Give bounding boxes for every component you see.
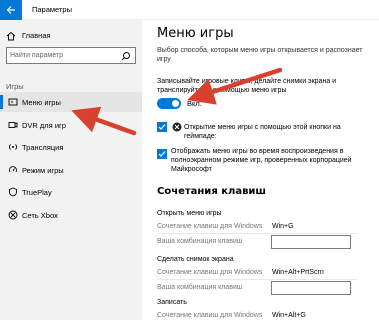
sidebar-section-games: Игры [6,82,24,91]
sidebar-item-label: Трансляция [22,143,64,152]
sidebar-item-label: TruePlay [22,188,52,197]
sidebar-item-label: DVR для игр [22,121,66,130]
divider [157,279,357,280]
shortcut-windows-value: Win+G [272,223,294,230]
sidebar-item-label: Режим игры [22,166,64,175]
sidebar-home[interactable]: Главная [6,28,136,44]
xbox-icon [8,210,18,220]
sidebar-item-broadcast[interactable]: Трансляция [0,137,142,157]
page-title: Меню игры [157,26,234,41]
checkmark-icon [158,151,166,157]
shortcut-heading: Сделать снимок экрана [157,256,234,263]
shortcut-custom-label: Ваша комбинация клавиш [157,284,243,291]
toggle-state-label: Вкл. [187,99,202,108]
sidebar-item-game-mode[interactable]: Режим игры [0,160,142,180]
shortcut-windows-value: Win+Alt+G [272,312,306,319]
sidebar: Главная Игры Меню игры DVR для игр Транс… [0,20,142,320]
shortcut-windows-label: Сочетание клавиш для Windows [157,269,263,276]
back-arrow-icon [6,6,15,14]
broadcast-icon [9,144,17,150]
sidebar-item-label: Сеть Xbox [22,211,58,220]
game-bar-toggle[interactable] [157,98,181,109]
fullscreen-game-bar-checkbox[interactable] [157,149,167,159]
search-icon[interactable] [121,51,131,61]
sidebar-item-game-dvr[interactable]: DVR для игр [0,115,142,135]
shortcut-custom-label: Ваша комбинация клавиш [157,238,243,245]
title-bar: Параметры [0,0,379,20]
shortcut-windows-label: Сочетание клавиш для Windows [157,223,263,230]
search-box[interactable] [6,47,136,64]
controller-button-checkbox[interactable] [157,122,167,132]
shortcut-heading: Открыть меню игры [157,210,222,217]
game-mode-icon [9,166,17,173]
sidebar-item-label: Меню игры [22,98,61,107]
shortcut-custom-input[interactable] [271,281,351,295]
dvr-icon [8,122,18,128]
main-panel: Меню игры Выбор способа, которым меню иг… [142,20,379,320]
shortcut-custom-input[interactable] [271,235,351,249]
shortcut-windows-value: Win+Alt+PrtScrn [272,269,324,276]
search-input[interactable] [10,50,118,61]
record-description: Записывайте игровые клипы, делайте снимк… [157,78,337,94]
page-description: Выбор способа, которым меню игры открыва… [157,47,363,63]
shortcuts-section-title: Сочетания клавиш [157,186,267,197]
checkmark-icon [158,124,166,130]
sidebar-home-label: Главная [22,31,51,40]
shortcut-windows-label: Сочетание клавиш для Windows [157,312,263,319]
divider [157,233,357,234]
trueplay-icon [9,187,17,197]
active-indicator [0,95,3,109]
sidebar-item-xbox-networking[interactable]: Сеть Xbox [0,205,142,225]
back-button[interactable] [0,0,22,20]
fullscreen-game-bar-label: Отображать меню игры во время воспроизве… [171,148,352,173]
home-icon [6,31,16,41]
xbox-button-icon [172,122,182,132]
game-bar-icon [8,98,18,106]
sidebar-item-game-bar[interactable]: Меню игры [0,92,142,112]
sidebar-item-trueplay[interactable]: TruePlay [0,182,142,202]
shortcut-heading: Записать [157,299,187,306]
controller-button-label: Открытие меню игры с помощью этой кнопки… [184,124,341,140]
window-title: Параметры [32,5,72,14]
toggle-knob [172,100,179,107]
